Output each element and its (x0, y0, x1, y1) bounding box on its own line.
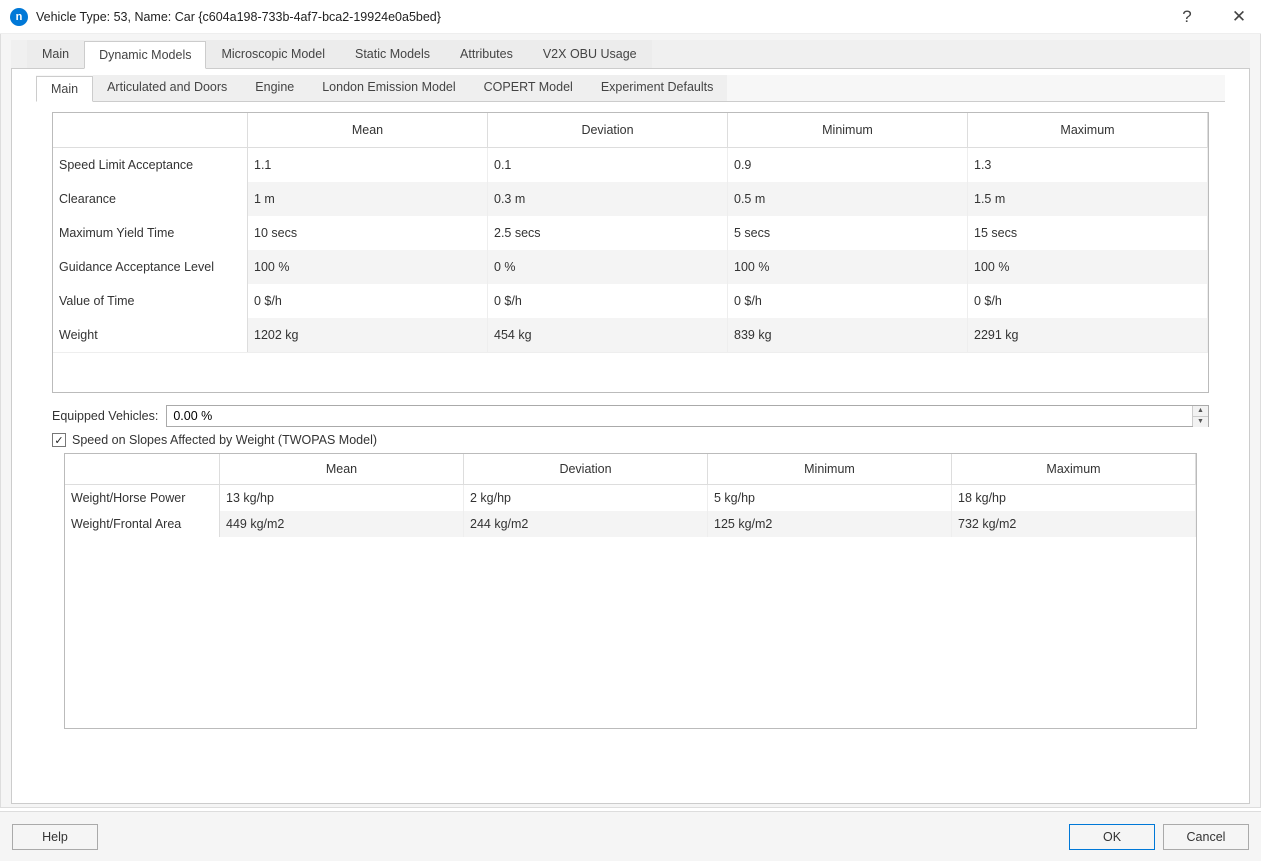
row-value-of-time: Value of Time 0 $/h 0 $/h 0 $/h 0 $/h (53, 284, 1208, 318)
spin-up-icon[interactable]: ▲ (1193, 406, 1208, 417)
row-speed-limit-acceptance: Speed Limit Acceptance 1.1 0.1 0.9 1.3 (53, 148, 1208, 182)
equipped-vehicles-label: Equipped Vehicles: (52, 409, 158, 423)
row-label: Speed Limit Acceptance (53, 148, 248, 182)
cell-mean[interactable]: 100 % (248, 250, 488, 284)
col-minimum: Minimum (708, 454, 952, 485)
col-deviation: Deviation (488, 113, 728, 148)
spin-buttons: ▲ ▼ (1192, 406, 1208, 426)
cell-maximum[interactable]: 0 $/h (968, 284, 1208, 318)
equipped-vehicles-input[interactable] (167, 406, 1192, 426)
row-label: Guidance Acceptance Level (53, 250, 248, 284)
cell-deviation[interactable]: 0.3 m (488, 182, 728, 216)
spin-down-icon[interactable]: ▼ (1193, 417, 1208, 427)
cell-deviation[interactable]: 244 kg/m2 (464, 511, 708, 537)
cancel-button[interactable]: Cancel (1163, 824, 1249, 850)
row-label: Weight/Horse Power (65, 485, 220, 511)
cell-minimum[interactable]: 100 % (728, 250, 968, 284)
cell-deviation[interactable]: 2.5 secs (488, 216, 728, 250)
col-mean: Mean (248, 113, 488, 148)
row-label: Value of Time (53, 284, 248, 318)
inner-tab-copert-model[interactable]: COPERT Model (470, 75, 587, 101)
cell-maximum[interactable]: 732 kg/m2 (952, 511, 1196, 537)
col-minimum: Minimum (728, 113, 968, 148)
close-icon[interactable]: ✕ (1227, 7, 1251, 27)
row-label: Weight (53, 318, 248, 352)
ok-button[interactable]: OK (1069, 824, 1155, 850)
cell-mean[interactable]: 1.1 (248, 148, 488, 182)
grid2-header: Mean Deviation Minimum Maximum (65, 454, 1196, 485)
cell-deviation[interactable]: 0 $/h (488, 284, 728, 318)
cell-minimum[interactable]: 125 kg/m2 (708, 511, 952, 537)
col-blank (53, 113, 248, 148)
cell-mean[interactable]: 0 $/h (248, 284, 488, 318)
cell-mean[interactable]: 1202 kg (248, 318, 488, 352)
cell-mean[interactable]: 13 kg/hp (220, 485, 464, 511)
cell-maximum[interactable]: 15 secs (968, 216, 1208, 250)
tab-static-models[interactable]: Static Models (340, 40, 445, 68)
tab-microscopic-model[interactable]: Microscopic Model (206, 40, 340, 68)
row-weight-horse-power: Weight/Horse Power 13 kg/hp 2 kg/hp 5 kg… (65, 485, 1196, 511)
twopas-grid: Mean Deviation Minimum Maximum Weight/Ho… (64, 453, 1197, 729)
col-mean: Mean (220, 454, 464, 485)
cell-maximum[interactable]: 1.5 m (968, 182, 1208, 216)
tab-main[interactable]: Main (27, 40, 84, 68)
parameters-grid: Mean Deviation Minimum Maximum Speed Lim… (52, 112, 1209, 393)
col-deviation: Deviation (464, 454, 708, 485)
cell-deviation[interactable]: 454 kg (488, 318, 728, 352)
slopes-checkbox-row: ✓ Speed on Slopes Affected by Weight (TW… (52, 433, 1209, 447)
col-blank (65, 454, 220, 485)
grid-header: Mean Deviation Minimum Maximum (53, 113, 1208, 148)
cell-minimum[interactable]: 0.5 m (728, 182, 968, 216)
cell-minimum[interactable]: 5 secs (728, 216, 968, 250)
cell-maximum[interactable]: 100 % (968, 250, 1208, 284)
cell-mean[interactable]: 1 m (248, 182, 488, 216)
tab-dynamic-models[interactable]: Dynamic Models (84, 41, 206, 69)
row-weight: Weight 1202 kg 454 kg 839 kg 2291 kg (53, 318, 1208, 352)
inner-tab-london-emission[interactable]: London Emission Model (308, 75, 469, 101)
slopes-checkbox-label: Speed on Slopes Affected by Weight (TWOP… (72, 433, 377, 447)
cell-maximum[interactable]: 18 kg/hp (952, 485, 1196, 511)
cell-maximum[interactable]: 2291 kg (968, 318, 1208, 352)
content-area: Main Dynamic Models Microscopic Model St… (0, 34, 1261, 808)
inner-tab-main[interactable]: Main (36, 76, 93, 102)
cell-mean[interactable]: 10 secs (248, 216, 488, 250)
equipped-vehicles-row: Equipped Vehicles: ▲ ▼ (52, 405, 1209, 427)
cell-minimum[interactable]: 839 kg (728, 318, 968, 352)
inner-tab-panel: Mean Deviation Minimum Maximum Speed Lim… (36, 102, 1225, 729)
row-label: Maximum Yield Time (53, 216, 248, 250)
inner-tab-articulated-doors[interactable]: Articulated and Doors (93, 75, 241, 101)
row-guidance-acceptance-level: Guidance Acceptance Level 100 % 0 % 100 … (53, 250, 1208, 284)
inner-tab-bar: Main Articulated and Doors Engine London… (36, 75, 1225, 102)
tab-v2x-obu-usage[interactable]: V2X OBU Usage (528, 40, 652, 68)
cell-maximum[interactable]: 1.3 (968, 148, 1208, 182)
cell-deviation[interactable]: 0 % (488, 250, 728, 284)
app-icon: n (10, 8, 28, 26)
help-button[interactable]: Help (12, 824, 98, 850)
help-icon[interactable]: ? (1175, 7, 1199, 27)
cell-deviation[interactable]: 0.1 (488, 148, 728, 182)
col-maximum: Maximum (968, 113, 1208, 148)
row-clearance: Clearance 1 m 0.3 m 0.5 m 1.5 m (53, 182, 1208, 216)
titlebar: n Vehicle Type: 53, Name: Car {c604a198-… (0, 0, 1261, 34)
cell-minimum[interactable]: 0.9 (728, 148, 968, 182)
inner-tab-experiment-defaults[interactable]: Experiment Defaults (587, 75, 728, 101)
row-maximum-yield-time: Maximum Yield Time 10 secs 2.5 secs 5 se… (53, 216, 1208, 250)
cell-minimum[interactable]: 0 $/h (728, 284, 968, 318)
outer-tab-panel: Main Articulated and Doors Engine London… (11, 69, 1250, 804)
inner-tab-engine[interactable]: Engine (241, 75, 308, 101)
dialog-footer: Help OK Cancel (0, 811, 1261, 861)
cell-mean[interactable]: 449 kg/m2 (220, 511, 464, 537)
window-title: Vehicle Type: 53, Name: Car {c604a198-73… (36, 10, 1175, 24)
slopes-checkbox[interactable]: ✓ (52, 433, 66, 447)
cell-minimum[interactable]: 5 kg/hp (708, 485, 952, 511)
row-label: Clearance (53, 182, 248, 216)
tab-attributes[interactable]: Attributes (445, 40, 528, 68)
col-maximum: Maximum (952, 454, 1196, 485)
row-label: Weight/Frontal Area (65, 511, 220, 537)
outer-tab-bar: Main Dynamic Models Microscopic Model St… (11, 40, 1250, 69)
grid-empty-space (53, 352, 1208, 392)
row-weight-frontal-area: Weight/Frontal Area 449 kg/m2 244 kg/m2 … (65, 511, 1196, 537)
equipped-vehicles-spinbox[interactable]: ▲ ▼ (166, 405, 1209, 427)
cell-deviation[interactable]: 2 kg/hp (464, 485, 708, 511)
